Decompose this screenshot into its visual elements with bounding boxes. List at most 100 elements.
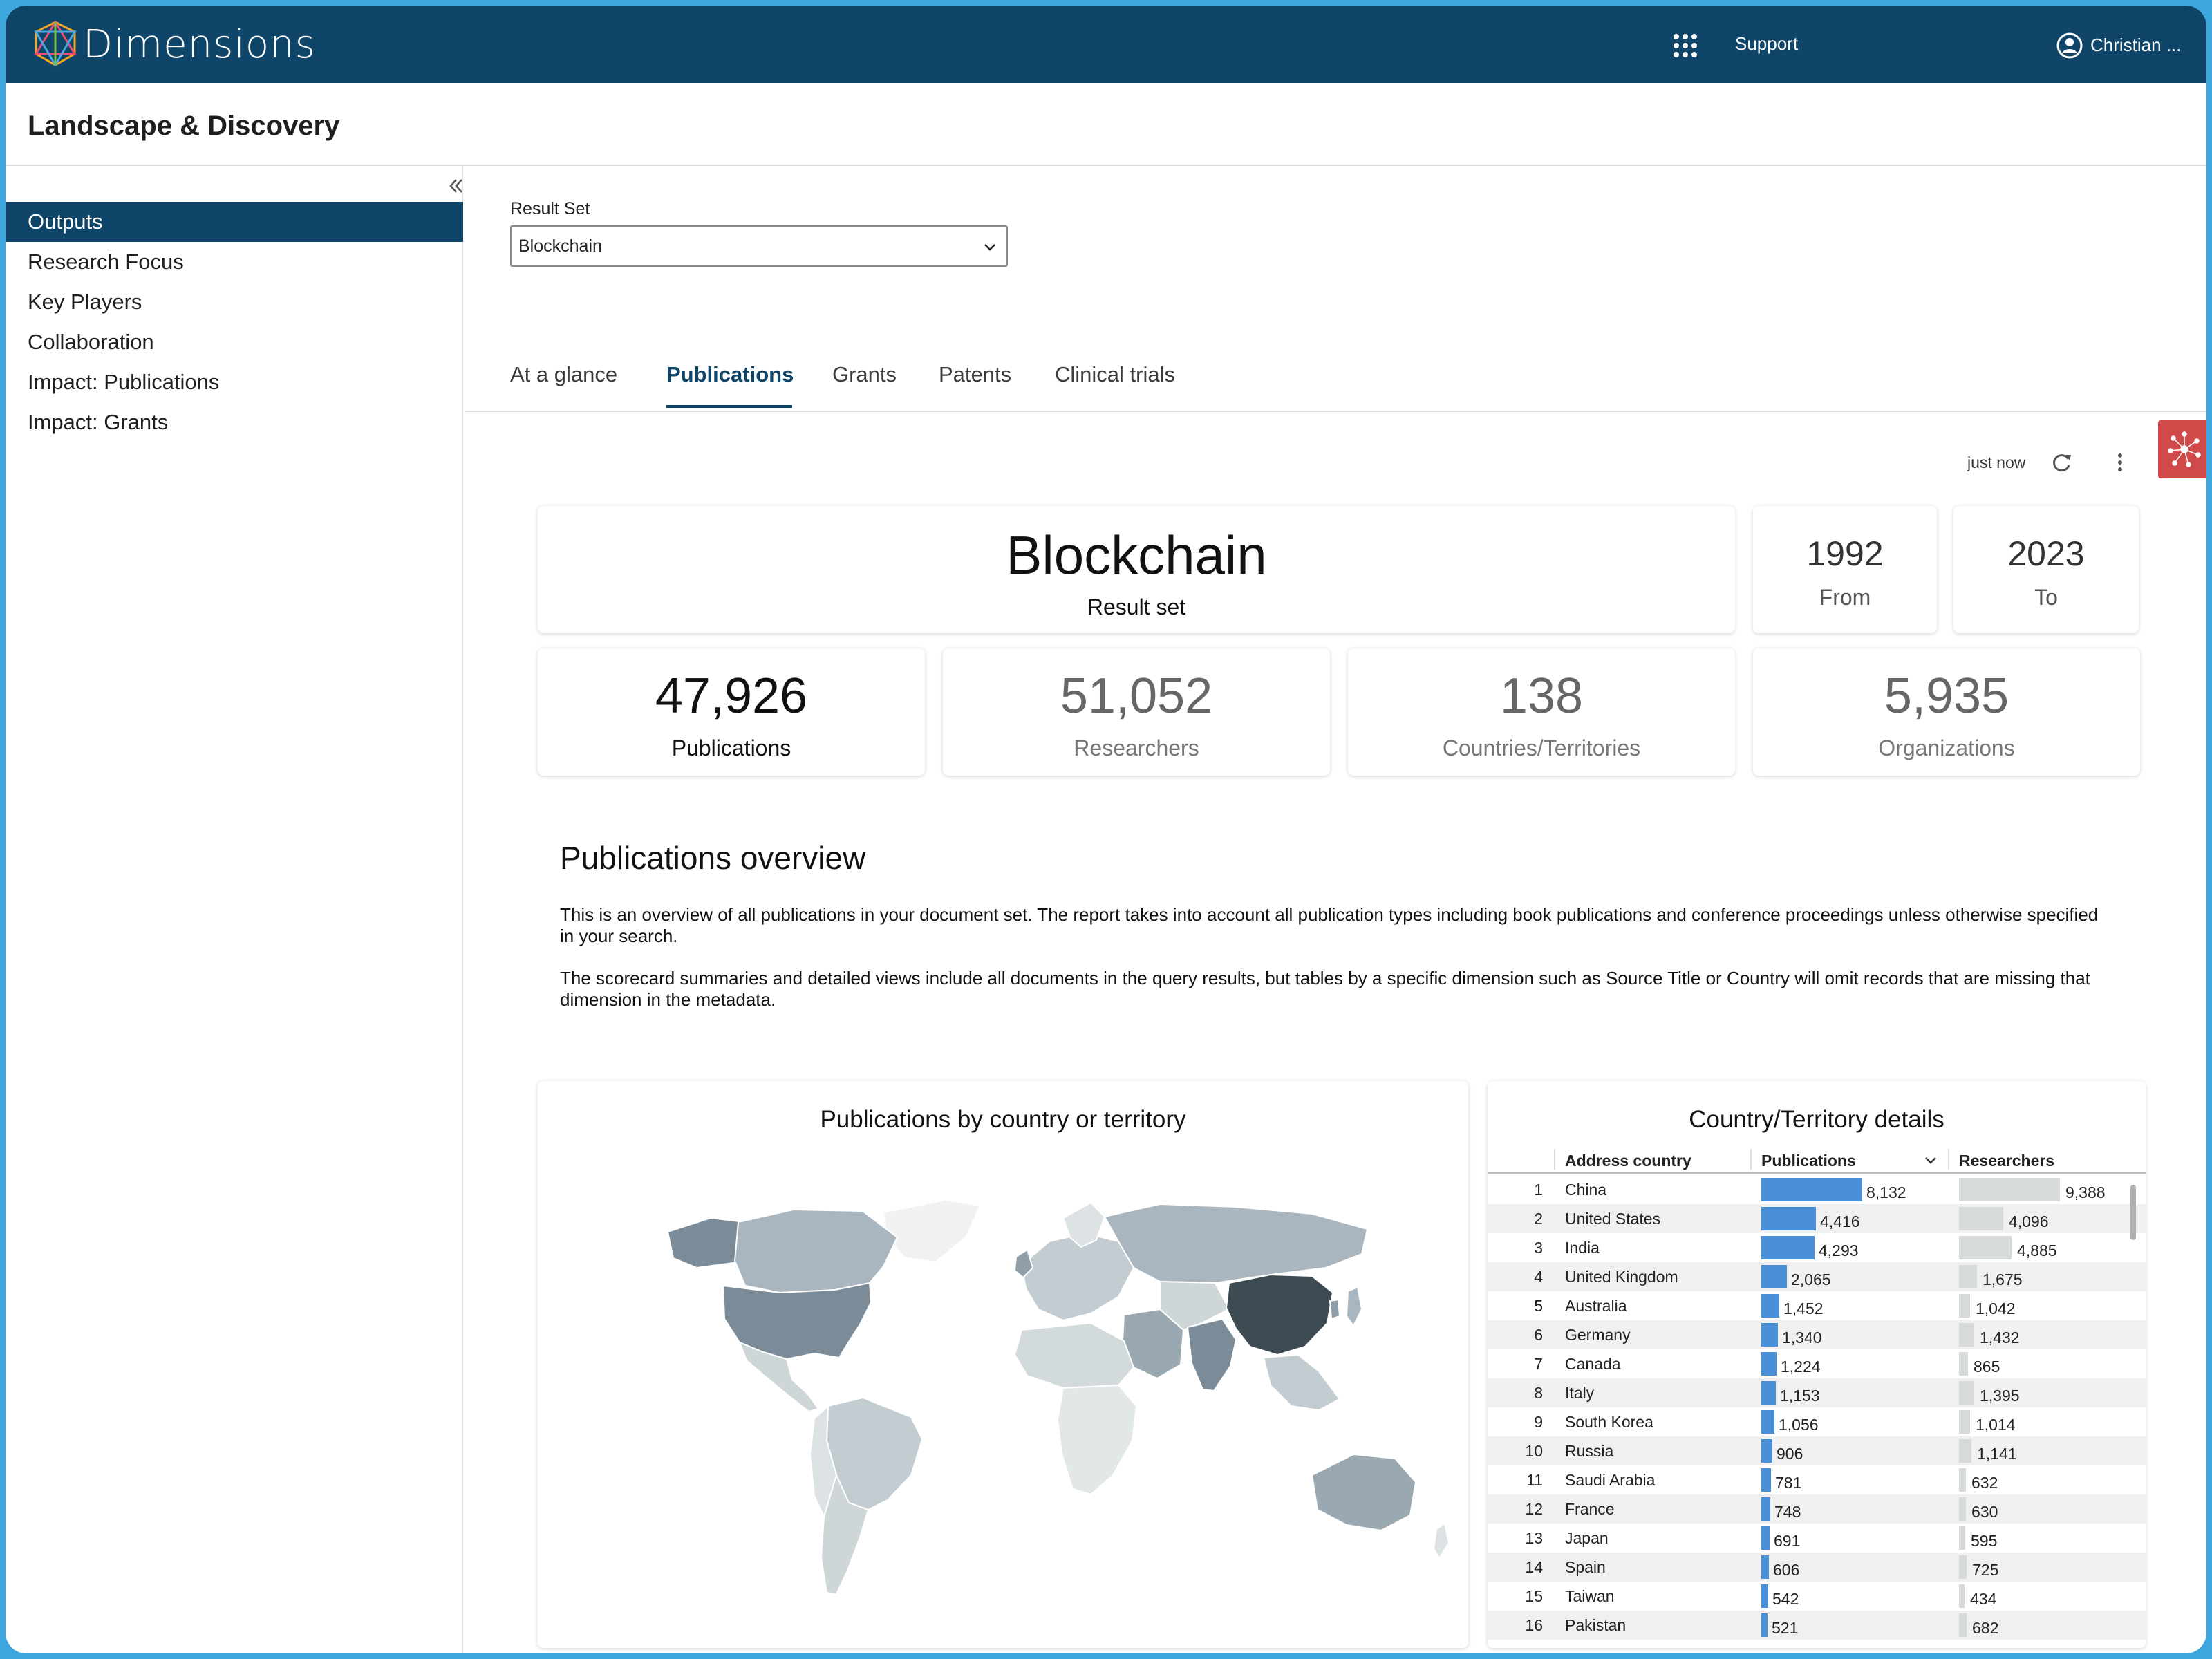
researchers-label: Researchers bbox=[1074, 735, 1199, 760]
country-name[interactable]: Canada bbox=[1565, 1355, 1621, 1374]
publications-value: 8,132 bbox=[1866, 1183, 1906, 1201]
country-name[interactable]: Australia bbox=[1565, 1297, 1627, 1315]
table-row[interactable]: 8 Italy 1,153 1,395 bbox=[1488, 1378, 2146, 1407]
result-set-title: Blockchain bbox=[1006, 525, 1267, 585]
researchers-value: 595 bbox=[1971, 1532, 1998, 1550]
researchers-bar bbox=[1959, 1613, 1967, 1637]
column-header-researchers[interactable]: Researchers bbox=[1959, 1152, 2054, 1170]
user-avatar-icon[interactable] bbox=[2056, 32, 2083, 59]
researchers-value: 434 bbox=[1970, 1590, 1997, 1608]
countries-scorecard: 138 Countries/Territories bbox=[1348, 648, 1735, 776]
refresh-icon[interactable] bbox=[2050, 451, 2074, 474]
table-row[interactable]: 15 Taiwan 542 434 bbox=[1488, 1582, 2146, 1611]
sidebar-item-outputs[interactable]: Outputs bbox=[6, 202, 463, 242]
table-row[interactable]: 7 Canada 1,224 865 bbox=[1488, 1349, 2146, 1378]
table-row[interactable]: 4 United Kingdom 2,065 1,675 bbox=[1488, 1262, 2146, 1291]
researchers-value: 865 bbox=[1974, 1358, 2000, 1376]
table-row[interactable]: 11 Saudi Arabia 781 632 bbox=[1488, 1465, 2146, 1494]
table-row[interactable]: 5 Australia 1,452 1,042 bbox=[1488, 1291, 2146, 1320]
sidebar-item-impact-publications[interactable]: Impact: Publications bbox=[6, 362, 463, 402]
country-name[interactable]: Russia bbox=[1565, 1442, 1613, 1461]
column-divider bbox=[1750, 1149, 1752, 1170]
researchers-value: 9,388 bbox=[2065, 1183, 2106, 1201]
row-index: 4 bbox=[1534, 1268, 1543, 1286]
publications-bar bbox=[1761, 1613, 1768, 1637]
column-header-publications[interactable]: Publications bbox=[1761, 1152, 1856, 1170]
table-row[interactable]: 9 South Korea 1,056 1,014 bbox=[1488, 1407, 2146, 1436]
sidebar-item-research-focus[interactable]: Research Focus bbox=[6, 242, 463, 282]
researchers-bar bbox=[1959, 1236, 2012, 1259]
countries-label: Countries/Territories bbox=[1442, 735, 1641, 760]
country-name[interactable]: Germany bbox=[1565, 1326, 1631, 1344]
table-row[interactable]: 16 Pakistan 521 682 bbox=[1488, 1611, 2146, 1640]
country-name[interactable]: Pakistan bbox=[1565, 1616, 1626, 1635]
researchers-value: 632 bbox=[1971, 1474, 1998, 1492]
map-region-russia bbox=[1103, 1203, 1369, 1284]
publications-value: 606 bbox=[1773, 1561, 1800, 1579]
network-icon bbox=[2168, 431, 2201, 467]
researchers-bar bbox=[1959, 1381, 1974, 1405]
country-name[interactable]: United Kingdom bbox=[1565, 1268, 1678, 1286]
tab-patents[interactable]: Patents bbox=[939, 362, 1011, 387]
country-name[interactable]: Italy bbox=[1565, 1384, 1594, 1403]
researchers-bar bbox=[1959, 1352, 1968, 1376]
researchers-value: 630 bbox=[1971, 1503, 1998, 1521]
world-map[interactable] bbox=[538, 1081, 1468, 1648]
tabs-divider bbox=[465, 411, 2206, 412]
row-index: 6 bbox=[1534, 1326, 1543, 1344]
publications-value: 1,153 bbox=[1780, 1387, 1820, 1405]
table-row[interactable]: 2 United States 4,416 4,096 bbox=[1488, 1204, 2146, 1233]
table-row[interactable]: 14 Spain 606 725 bbox=[1488, 1553, 2146, 1582]
row-index: 5 bbox=[1534, 1297, 1543, 1315]
country-name[interactable]: Saudi Arabia bbox=[1565, 1471, 1655, 1490]
sort-descending-icon[interactable] bbox=[1923, 1153, 1938, 1168]
column-divider bbox=[1554, 1149, 1555, 1170]
country-name[interactable]: China bbox=[1565, 1181, 1606, 1199]
collapse-sidebar-icon[interactable] bbox=[445, 176, 466, 196]
page-title: Landscape & Discovery bbox=[28, 111, 340, 141]
user-menu[interactable]: Christian ... bbox=[2090, 35, 2182, 56]
column-header-country[interactable]: Address country bbox=[1565, 1152, 1691, 1170]
publications-value: 691 bbox=[1774, 1532, 1801, 1550]
map-region-southeast-asia bbox=[1262, 1353, 1341, 1412]
table-row[interactable]: 6 Germany 1,340 1,432 bbox=[1488, 1320, 2146, 1349]
publications-bar bbox=[1761, 1236, 1815, 1259]
publications-value: 4,416 bbox=[1820, 1212, 1860, 1230]
researchers-value: 1,141 bbox=[1977, 1445, 2017, 1463]
apps-grid-icon[interactable] bbox=[1671, 32, 1699, 59]
table-row[interactable]: 10 Russia 906 1,141 bbox=[1488, 1436, 2146, 1465]
result-set-select[interactable]: Blockchain bbox=[510, 225, 1008, 267]
researchers-value: 1,042 bbox=[1976, 1300, 2016, 1318]
more-options-icon[interactable] bbox=[2108, 451, 2132, 474]
map-region-australia bbox=[1311, 1453, 1417, 1532]
tab-at-a-glance[interactable]: At a glance bbox=[510, 362, 617, 387]
country-name[interactable]: South Korea bbox=[1565, 1413, 1653, 1432]
country-name[interactable]: Spain bbox=[1565, 1558, 1606, 1577]
country-name[interactable]: Taiwan bbox=[1565, 1587, 1615, 1606]
table-row[interactable]: 12 France 748 630 bbox=[1488, 1494, 2146, 1524]
map-region-china bbox=[1225, 1273, 1334, 1356]
table-row[interactable]: 13 Japan 691 595 bbox=[1488, 1524, 2146, 1553]
publications-value: 521 bbox=[1772, 1619, 1799, 1637]
sidebar-item-impact-grants[interactable]: Impact: Grants bbox=[6, 402, 463, 442]
support-link[interactable]: Support bbox=[1735, 33, 1798, 55]
table-row[interactable]: 1 China 8,132 9,388 bbox=[1488, 1175, 2146, 1204]
extension-badge[interactable] bbox=[2158, 420, 2206, 478]
country-name[interactable]: United States bbox=[1565, 1210, 1660, 1228]
table-scrollbar[interactable] bbox=[2130, 1185, 2136, 1240]
map-region-africa-south bbox=[1056, 1384, 1138, 1496]
country-name[interactable]: Japan bbox=[1565, 1529, 1609, 1548]
country-name[interactable]: France bbox=[1565, 1500, 1615, 1519]
tab-grants[interactable]: Grants bbox=[832, 362, 897, 387]
tab-publications[interactable]: Publications bbox=[666, 362, 794, 387]
countries-count: 138 bbox=[1499, 668, 1584, 724]
sidebar-item-key-players[interactable]: Key Players bbox=[6, 282, 463, 322]
app-window: Dimensions Support Christian ... Landsca… bbox=[6, 6, 2206, 1653]
publications-bar bbox=[1761, 1555, 1769, 1579]
researchers-bar bbox=[1959, 1526, 1965, 1550]
country-name[interactable]: India bbox=[1565, 1239, 1600, 1257]
sidebar-item-collaboration[interactable]: Collaboration bbox=[6, 322, 463, 362]
tab-clinical-trials[interactable]: Clinical trials bbox=[1055, 362, 1175, 387]
table-row[interactable]: 3 India 4,293 4,885 bbox=[1488, 1233, 2146, 1262]
row-index: 2 bbox=[1534, 1210, 1543, 1228]
